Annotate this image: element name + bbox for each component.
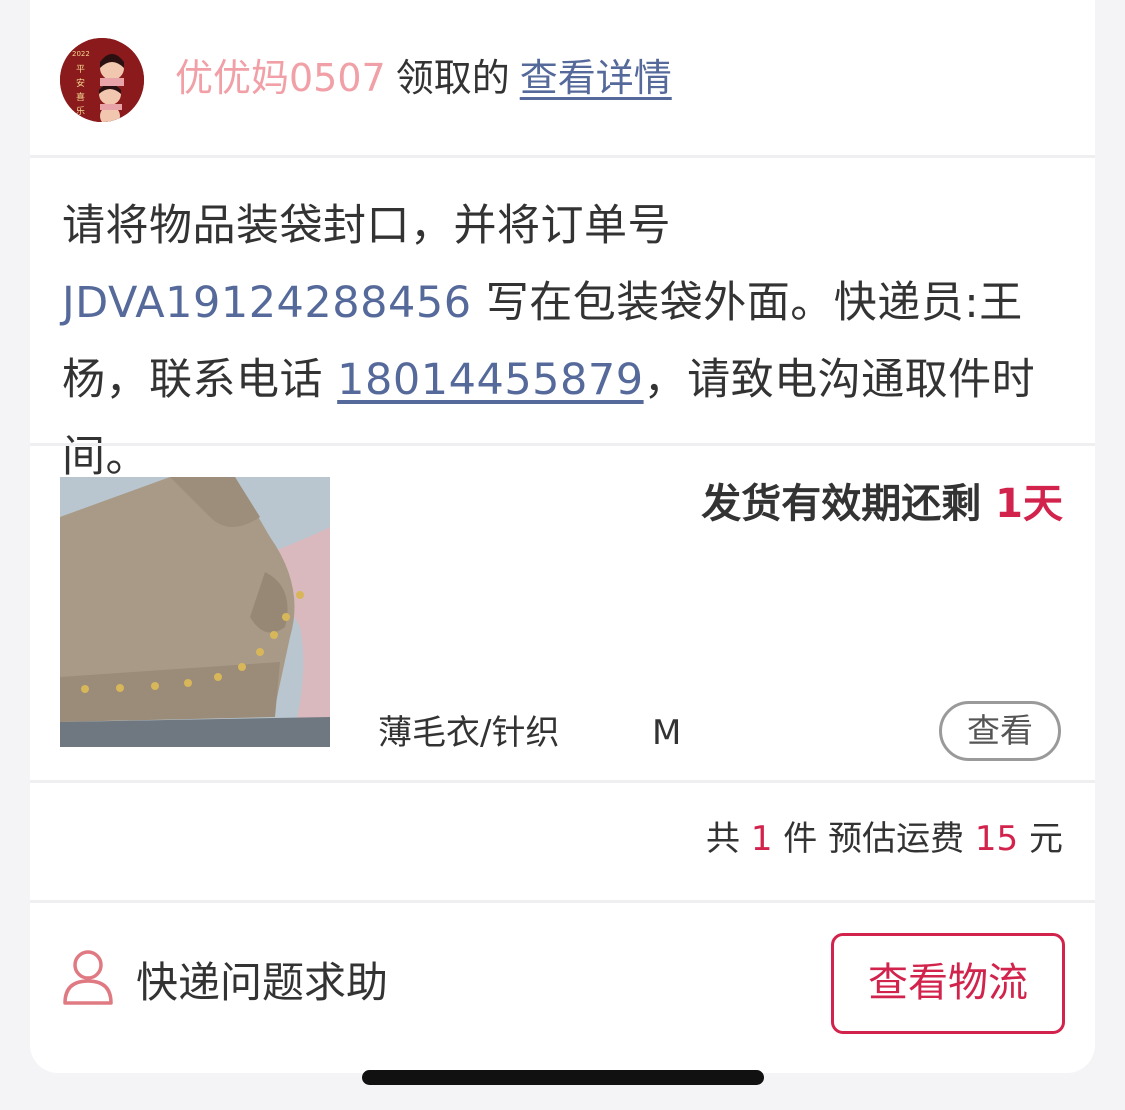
- instruction-text-1: 请将物品装袋封口，并将订单号: [62, 201, 671, 251]
- sweater-photo: [60, 477, 330, 747]
- avatar-image: 2022 平 安 喜 乐: [60, 38, 144, 122]
- view-product-button[interactable]: 查看: [939, 701, 1061, 761]
- packing-instruction: 请将物品装袋封口，并将订单号 JDVA19124288456 写在包装袋外面。快…: [62, 188, 1072, 496]
- divider: [30, 155, 1095, 158]
- product-image[interactable]: [60, 477, 330, 747]
- svg-text:平: 平: [76, 64, 85, 75]
- claim-header: 优优妈0507 领取的 查看详情: [175, 50, 672, 106]
- person-icon: [62, 948, 114, 1010]
- courier-help[interactable]: 快递问题求助: [62, 944, 388, 1014]
- order-number[interactable]: JDVA19124288456: [62, 278, 472, 328]
- product-category: 薄毛衣/针织: [378, 713, 560, 753]
- view-details-link[interactable]: 查看详情: [520, 56, 672, 100]
- view-logistics-button[interactable]: 查看物流: [831, 933, 1065, 1034]
- home-indicator[interactable]: [362, 1070, 764, 1085]
- order-summary: 共 1 件 预估运费 15 元: [706, 812, 1063, 866]
- user-name[interactable]: 优优妈0507: [175, 56, 386, 100]
- svg-text:乐: 乐: [76, 105, 85, 117]
- shipping-fee: 15: [974, 819, 1019, 859]
- deadline-days: 1天: [995, 481, 1063, 527]
- received-label: 领取的: [395, 56, 510, 100]
- divider: [30, 900, 1095, 903]
- summary-prefix: 共: [706, 819, 751, 859]
- shipping-deadline: 发货有效期还剩 1天: [701, 474, 1063, 534]
- product-size: M: [652, 713, 682, 753]
- order-card: 2022 平 安 喜 乐 优优妈0507 领取的 查看详情 请将物品装袋封口，并将订…: [30, 0, 1095, 1073]
- item-count: 1: [750, 819, 773, 859]
- deadline-label: 发货有效期还剩: [701, 481, 996, 527]
- divider: [30, 443, 1095, 446]
- divider: [30, 780, 1095, 783]
- avatar-lettering: 2022: [72, 50, 90, 58]
- courier-phone-link[interactable]: 18014455879: [337, 355, 643, 405]
- svg-text:安: 安: [76, 77, 85, 89]
- summary-middle: 件 预估运费: [772, 819, 975, 859]
- avatar[interactable]: 2022 平 安 喜 乐: [60, 38, 144, 122]
- svg-text:喜: 喜: [76, 91, 85, 103]
- summary-suffix: 元: [1018, 819, 1063, 859]
- help-label: 快递问题求助: [136, 957, 389, 1007]
